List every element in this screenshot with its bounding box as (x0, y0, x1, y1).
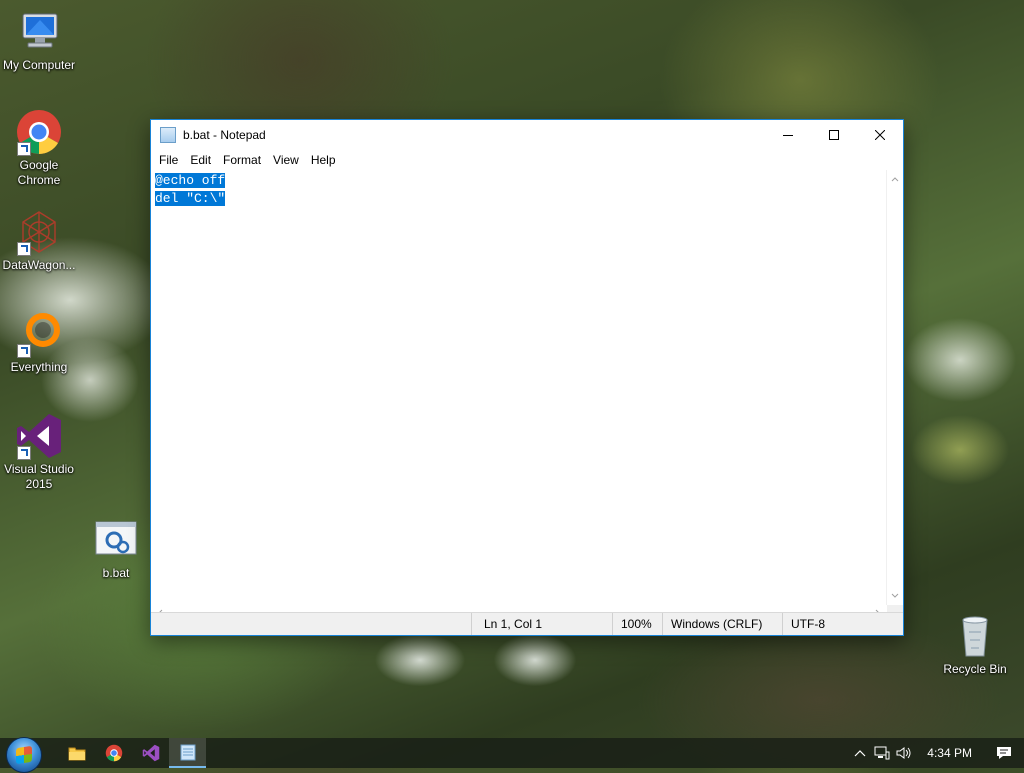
computer-icon (15, 8, 63, 56)
desktop-icon-recycle-bin[interactable]: Recycle Bin (936, 612, 1014, 677)
show-hidden-icons[interactable] (849, 738, 871, 768)
desktop-icon-everything[interactable]: Everything (0, 310, 78, 375)
status-encoding: UTF-8 (782, 613, 900, 635)
taskbar-file-explorer[interactable] (58, 738, 95, 768)
shortcut-arrow-icon (17, 142, 31, 156)
text-line-2[interactable]: del "C:\" (155, 191, 226, 206)
close-button[interactable] (857, 120, 903, 150)
minimize-icon (783, 135, 793, 136)
status-cursor-position: Ln 1, Col 1 (471, 613, 612, 635)
text-editor[interactable]: @echo off del "C:\" (151, 170, 887, 605)
taskbar-visual-studio[interactable] (132, 738, 169, 768)
scroll-up-icon[interactable] (887, 172, 903, 188)
menu-bar: File Edit Format View Help (151, 150, 903, 170)
maximize-button[interactable] (811, 120, 857, 150)
desktop-icon-b-bat[interactable]: b.bat (77, 516, 155, 581)
close-icon (875, 130, 885, 140)
desktop-icon-label: Everything (10, 360, 68, 374)
taskbar-notepad[interactable] (169, 738, 206, 768)
network-icon (874, 746, 890, 760)
action-center-button[interactable] (984, 738, 1024, 768)
desktop-icon-label: Recycle Bin (943, 662, 1007, 676)
notepad-window[interactable]: b.bat - Notepad File Edit Format View He… (150, 119, 904, 636)
menu-edit[interactable]: Edit (184, 150, 217, 170)
shortcut-arrow-icon (17, 446, 31, 460)
menu-file[interactable]: File (153, 150, 184, 170)
status-line-ending: Windows (CRLF) (662, 613, 782, 635)
speaker-icon (896, 747, 911, 759)
chrome-icon (105, 744, 122, 762)
everything-search-icon (15, 310, 63, 358)
desktop-icon-label: b.bat (102, 566, 130, 580)
datawagon-icon (15, 208, 63, 256)
menu-help[interactable]: Help (305, 150, 342, 170)
menu-format[interactable]: Format (217, 150, 267, 170)
visual-studio-icon (142, 744, 159, 762)
shortcut-arrow-icon (17, 344, 31, 358)
scroll-down-icon[interactable] (887, 587, 903, 603)
system-tray: 4:34 PM (849, 738, 1024, 768)
desktop-icon-google-chrome[interactable]: Google Chrome (0, 108, 78, 188)
visual-studio-icon (15, 412, 63, 460)
batch-file-icon (92, 516, 140, 564)
notepad-icon (160, 127, 176, 143)
taskbar-clock[interactable]: 4:34 PM (915, 746, 984, 760)
status-spacer (151, 613, 471, 635)
shortcut-arrow-icon (17, 242, 31, 256)
window-title: b.bat - Notepad (183, 128, 266, 142)
taskbar: 4:34 PM (0, 737, 1024, 773)
vertical-scrollbar[interactable] (886, 170, 903, 605)
desktop-icon-visual-studio[interactable]: Visual Studio 2015 (0, 412, 78, 492)
notepad-icon (180, 744, 195, 761)
chevron-up-icon (854, 750, 866, 757)
desktop-icon-my-computer[interactable]: My Computer (0, 8, 78, 73)
file-explorer-icon (68, 747, 85, 761)
notification-icon (997, 747, 1011, 759)
maximize-icon (829, 130, 839, 140)
title-bar[interactable]: b.bat - Notepad (151, 120, 903, 150)
desktop-icon-label: Visual Studio 2015 (4, 462, 74, 491)
recycle-bin-icon (951, 612, 999, 660)
status-bar: Ln 1, Col 1 100% Windows (CRLF) UTF-8 (151, 612, 903, 635)
desktop-icon-label: DataWagon... (2, 258, 76, 272)
desktop-icon-label: Google Chrome (17, 158, 61, 187)
menu-view[interactable]: View (267, 150, 305, 170)
network-tray[interactable] (871, 738, 893, 768)
desktop-icon-label: My Computer (2, 58, 76, 72)
desktop-icon-datawagon[interactable]: DataWagon... (0, 208, 78, 273)
start-button[interactable] (0, 737, 48, 773)
minimize-button[interactable] (765, 120, 811, 150)
status-zoom: 100% (612, 613, 662, 635)
chrome-icon (15, 108, 63, 156)
text-line-1[interactable]: @echo off (155, 173, 226, 188)
taskbar-chrome[interactable] (95, 738, 132, 768)
volume-tray[interactable] (893, 738, 915, 768)
